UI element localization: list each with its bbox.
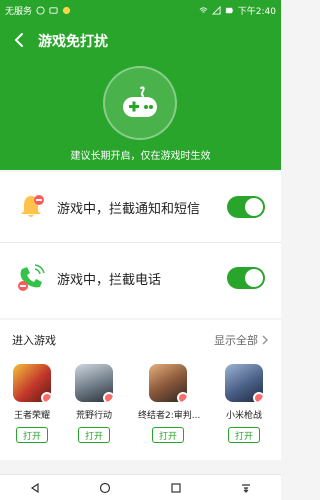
chevron-right-icon [262, 335, 269, 345]
badge-icon [103, 392, 113, 402]
gamepad-icon [123, 86, 157, 117]
notification-icon [36, 5, 45, 15]
nav-back-icon[interactable] [29, 482, 41, 494]
game-name: 小米枪战 [225, 411, 262, 421]
game-item[interactable]: 荒野行动 打开 [64, 364, 124, 443]
back-arrow-icon[interactable] [12, 32, 26, 48]
badge-icon [41, 392, 51, 402]
game-item[interactable]: 小米枪战 打开 [214, 364, 274, 443]
game-name: 终结者2:审判... [138, 411, 201, 421]
game-icon-xiaomi-gunfight[interactable] [225, 364, 263, 402]
badge-icon [177, 392, 187, 402]
carrier-text: 无服务 [5, 6, 33, 17]
games-section: 进入游戏 显示全部 王者荣耀 打开 荒野行动 打开 终结者2:审判... 打开 … [0, 320, 281, 460]
game-icon-terminator-2[interactable] [149, 364, 187, 402]
setting-label: 游戏中，拦截通知和短信 [57, 201, 201, 217]
setting-row-calls[interactable]: 游戏中，拦截电话 [0, 243, 281, 313]
system-navigation-bar [0, 474, 281, 500]
show-all-link[interactable]: 显示全部 [214, 332, 269, 348]
nav-home-icon[interactable] [99, 482, 111, 494]
open-button[interactable]: 打开 [16, 427, 48, 443]
game-item[interactable]: 终结者2:审判... 打开 [138, 364, 201, 443]
app-status-icon [62, 6, 71, 14]
setting-label: 游戏中，拦截电话 [57, 272, 162, 288]
show-all-label: 显示全部 [214, 334, 258, 347]
signal-icon [211, 5, 221, 15]
game-icon-honor-of-kings[interactable] [13, 364, 51, 402]
games-heading: 进入游戏 [12, 334, 56, 347]
status-bar: 无服务 下午2:40 [0, 0, 281, 20]
game-item[interactable]: 王者荣耀 打开 [2, 364, 62, 443]
setting-row-notifications[interactable]: 游戏中，拦截通知和短信 [0, 172, 281, 242]
messages-icon [49, 6, 58, 14]
header: 游戏免打扰 建议长期开启，仅在游戏时生效 [0, 20, 281, 170]
game-icon-knives-out[interactable] [75, 364, 113, 402]
settings-card: 游戏中，拦截通知和短信 游戏中，拦截电话 [0, 172, 281, 318]
gamepad-badge [103, 66, 177, 140]
nav-dropdown-icon[interactable] [240, 482, 252, 494]
nav-recents-icon[interactable] [170, 482, 182, 494]
header-subtitle: 建议长期开启，仅在游戏时生效 [70, 151, 211, 162]
open-button[interactable]: 打开 [78, 427, 110, 443]
wifi-icon [199, 6, 208, 13]
open-button[interactable]: 打开 [152, 427, 184, 443]
badge-icon [253, 392, 263, 402]
battery-icon [225, 7, 233, 13]
game-name: 荒野行动 [75, 411, 112, 421]
notifications-toggle[interactable] [227, 196, 265, 218]
clock-text: 下午2:40 [237, 6, 276, 17]
game-name: 王者荣耀 [13, 411, 50, 421]
bell-icon [21, 195, 44, 217]
open-button[interactable]: 打开 [228, 427, 260, 443]
phone-icon [18, 264, 45, 291]
calls-toggle[interactable] [227, 267, 265, 289]
page-title: 游戏免打扰 [38, 34, 108, 50]
